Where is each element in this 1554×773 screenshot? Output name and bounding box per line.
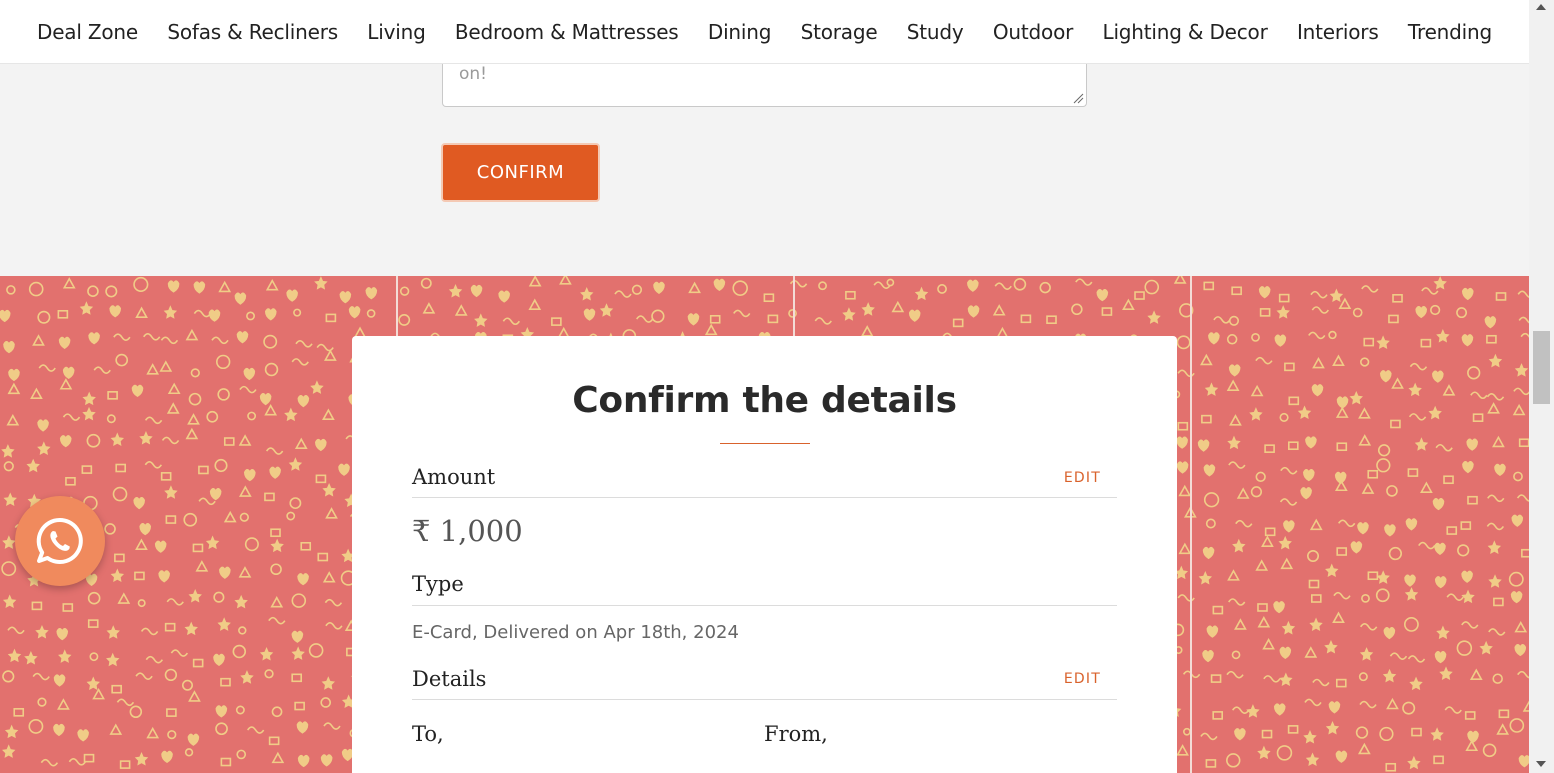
nav-item-bedroom-mattresses[interactable]: Bedroom & Mattresses [455, 20, 679, 44]
confirm-button[interactable]: CONFIRM [441, 143, 600, 202]
nav-item-trending[interactable]: Trending [1408, 20, 1492, 44]
nav-item-deal-zone[interactable]: Deal Zone [37, 20, 138, 44]
to-label: To, [412, 722, 444, 746]
from-label: From, [764, 722, 828, 746]
card-title: Confirm the details [572, 380, 957, 421]
nav-item-lighting-decor[interactable]: Lighting & Decor [1103, 20, 1268, 44]
scroll-down-arrow-icon[interactable] [1536, 761, 1546, 767]
tile-divider [793, 276, 795, 336]
tile-divider [396, 276, 398, 336]
confirm-details-card: Confirm the details Amount EDIT ₹ 1,000 … [352, 336, 1177, 773]
whatsapp-chat-button[interactable] [15, 496, 105, 586]
amount-label: Amount [412, 465, 496, 489]
top-navigation: Deal Zone Sofas & Recliners Living Bedro… [0, 0, 1529, 64]
type-label: Type [412, 572, 464, 596]
resize-grip-icon[interactable] [1073, 93, 1084, 104]
amount-value: ₹ 1,000 [412, 514, 523, 548]
divider [412, 605, 1117, 606]
divider [412, 699, 1117, 700]
tile-divider [1190, 276, 1192, 773]
message-text: on! [459, 64, 487, 84]
nav-item-outdoor[interactable]: Outdoor [993, 20, 1073, 44]
scroll-up-arrow-icon[interactable] [1536, 4, 1546, 10]
edit-amount-link[interactable]: EDIT [1064, 470, 1101, 486]
type-value: E-Card, Delivered on Apr 18th, 2024 [412, 622, 739, 643]
title-underline [720, 443, 810, 444]
page-scrollbar[interactable] [1529, 0, 1554, 773]
nav-item-sofas-recliners[interactable]: Sofas & Recliners [167, 20, 338, 44]
divider [412, 497, 1117, 498]
edit-details-link[interactable]: EDIT [1064, 671, 1101, 687]
nav-item-living[interactable]: Living [367, 20, 425, 44]
details-label: Details [412, 667, 487, 691]
nav-item-study[interactable]: Study [907, 20, 964, 44]
gift-message-form: on! CONFIRM [0, 62, 1529, 276]
scroll-thumb[interactable] [1533, 331, 1550, 404]
message-textarea[interactable]: on! [442, 62, 1087, 107]
nav-item-interiors[interactable]: Interiors [1297, 20, 1379, 44]
nav-menu: Deal Zone Sofas & Recliners Living Bedro… [0, 0, 1529, 63]
whatsapp-icon [36, 517, 83, 564]
nav-item-dining[interactable]: Dining [708, 20, 772, 44]
nav-item-storage[interactable]: Storage [801, 20, 878, 44]
